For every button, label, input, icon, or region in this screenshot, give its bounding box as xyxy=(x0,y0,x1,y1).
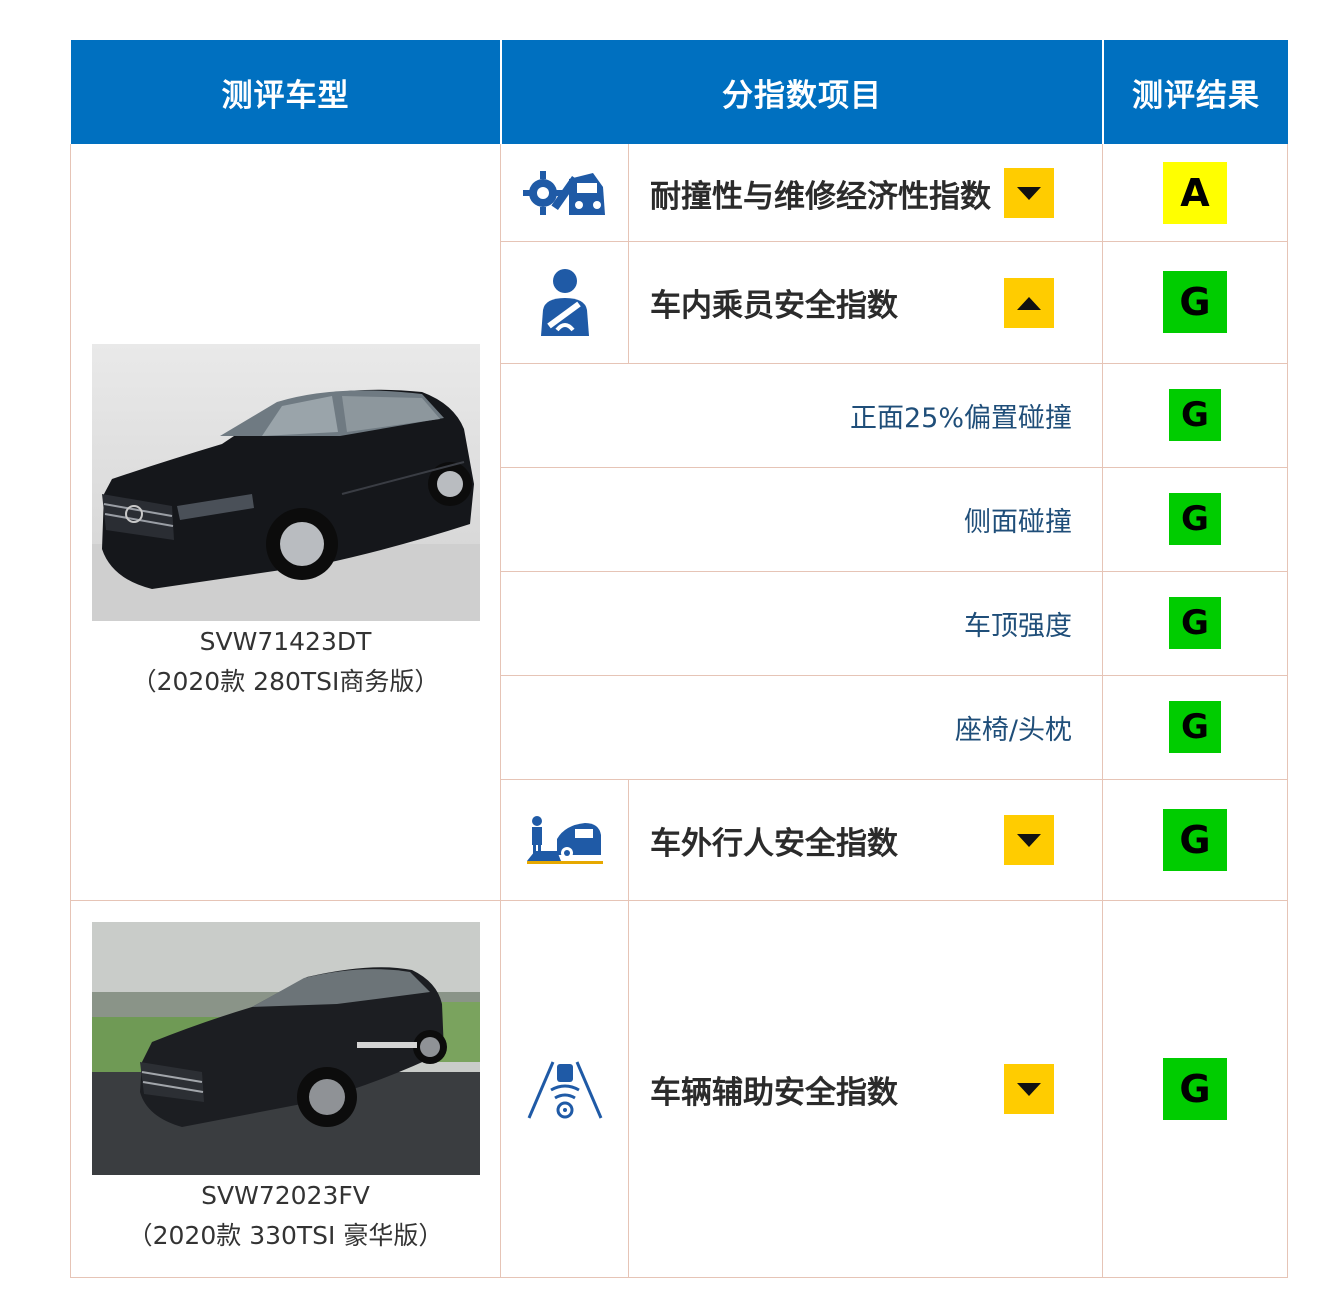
header-items: 分指数项目 xyxy=(722,77,882,114)
subitem-seat-headrest-label: 座椅/头枕 xyxy=(954,715,1072,746)
grade-badge-roof-strength: G xyxy=(1169,597,1221,649)
seatbelt-occupant-icon xyxy=(540,268,589,336)
assist-icon-cell xyxy=(501,901,628,1277)
header-vehicle-cell: 测评车型 xyxy=(71,40,500,144)
grade-badge-assist: G xyxy=(1163,1058,1227,1120)
grade-badge-pedestrian: G xyxy=(1163,809,1227,871)
vehicle-photo-2 xyxy=(92,922,480,1175)
vehicle-trim-1: （2020款 280TSI商务版） xyxy=(131,667,440,696)
header-result: 测评结果 xyxy=(1132,77,1260,114)
category-occupant-label: 车内乘员安全指数 xyxy=(650,288,898,324)
vehicle-model-2: SVW72023FV xyxy=(201,1181,370,1210)
chevron-down-icon xyxy=(1017,1082,1041,1096)
header-items-cell: 分指数项目 xyxy=(502,40,1102,144)
pedestrian-car-icon xyxy=(526,816,603,864)
dark-sedan-photo-icon xyxy=(92,922,480,1175)
black-sedan-photo-icon xyxy=(92,344,480,621)
grade-badge-occupant: G xyxy=(1163,271,1227,333)
subitem-frontal-offset-label: 正面25%偏置碰撞 xyxy=(849,403,1072,434)
grid-line xyxy=(628,144,629,363)
grade-badge-frontal-offset: G xyxy=(1169,389,1221,441)
grid-line xyxy=(1102,144,1103,1278)
subitem-side-impact-label: 侧面碰撞 xyxy=(964,507,1072,538)
assist-expand-button[interactable] xyxy=(1004,1064,1054,1114)
vehicle-photo-1 xyxy=(92,344,480,621)
driver-assist-icon xyxy=(527,1061,602,1119)
grade-badge-crash: A xyxy=(1163,162,1227,224)
pedestrian-expand-button[interactable] xyxy=(1004,815,1054,865)
grade-badge-side-impact: G xyxy=(1169,493,1221,545)
rating-table: 测评车型 分指数项目 测评结果 SVW71423DT （2020款 280TSI… xyxy=(0,0,1326,1292)
crash-expand-button[interactable] xyxy=(1004,168,1054,218)
vehicle-caption-1: SVW71423DT （2020款 280TSI商务版） xyxy=(71,622,500,702)
vehicle-trim-2: （2020款 330TSI 豪华版） xyxy=(127,1221,444,1250)
subitem-roof-strength-label: 车顶强度 xyxy=(964,611,1072,642)
chevron-down-icon xyxy=(1017,833,1041,847)
crash-repair-icon xyxy=(522,171,605,215)
vehicle-model-1: SVW71423DT xyxy=(199,627,372,656)
occupant-icon-cell xyxy=(501,242,628,363)
header-result-cell: 测评结果 xyxy=(1104,40,1288,144)
category-pedestrian-label: 车外行人安全指数 xyxy=(650,825,898,862)
header-vehicle: 测评车型 xyxy=(221,77,350,114)
category-assist-label: 车辆辅助安全指数 xyxy=(650,1074,898,1111)
chevron-up-icon xyxy=(1017,296,1041,310)
chevron-down-icon xyxy=(1017,186,1041,200)
pedestrian-icon-cell xyxy=(501,780,628,900)
vehicle-caption-2: SVW72023FV （2020款 330TSI 豪华版） xyxy=(71,1176,500,1256)
occupant-collapse-button[interactable] xyxy=(1004,278,1054,328)
category-crash-label: 耐撞性与维修经济性指数 xyxy=(650,178,991,215)
grid-line xyxy=(70,1277,1288,1278)
grid-line xyxy=(628,779,629,1278)
crash-icon-cell xyxy=(501,145,628,241)
grid-line xyxy=(70,144,71,1278)
grade-badge-seat-headrest: G xyxy=(1169,701,1221,753)
grid-line xyxy=(1287,144,1288,1278)
